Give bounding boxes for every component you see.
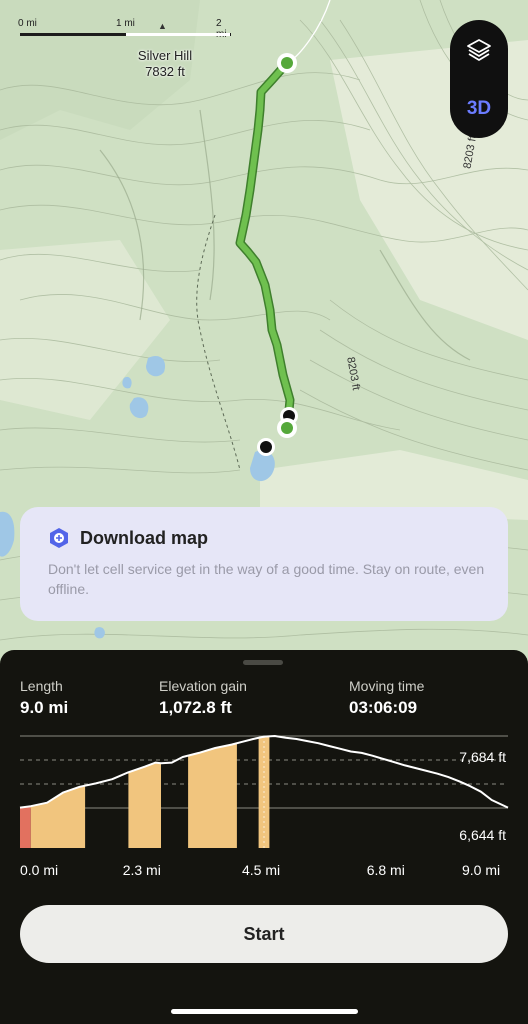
y-axis-label-min: 6,644 ft bbox=[459, 827, 506, 843]
scale-label-end: 2 mi bbox=[216, 18, 227, 40]
stat-length: Length 9.0 mi bbox=[20, 678, 68, 718]
peak-name: Silver Hill bbox=[137, 48, 193, 63]
x-axis-tick-label: 6.8 mi bbox=[366, 862, 405, 878]
stat-value: 03:06:09 bbox=[349, 698, 418, 717]
download-shield-icon bbox=[48, 527, 70, 549]
x-axis-tick-label: 0.0 mi bbox=[20, 862, 59, 878]
layers-icon bbox=[466, 37, 492, 63]
map-scale: 0 mi 1 mi ▲ 2 mi bbox=[18, 18, 234, 44]
stat-value: 9.0 mi bbox=[20, 698, 69, 717]
layers-button[interactable] bbox=[450, 20, 508, 79]
stat-moving-time: Moving time 03:06:09 bbox=[349, 678, 424, 718]
elevation-profile-chart[interactable]: 7,684 ft 6,644 ft bbox=[0, 728, 528, 868]
grade-segment bbox=[20, 806, 31, 848]
route-details-sheet: Length 9.0 mi Elevation gain 1,072.8 ft … bbox=[0, 650, 528, 1024]
banner-description: Don't let cell service get in the way of… bbox=[48, 561, 485, 597]
stat-label: Elevation gain bbox=[159, 678, 247, 694]
stat-value: 1,072.8 ft bbox=[159, 698, 232, 717]
peak-triangle-icon: ▲ bbox=[158, 21, 167, 31]
view-3d-button[interactable]: 3D bbox=[450, 79, 508, 138]
stat-elevation-gain: Elevation gain 1,072.8 ft bbox=[159, 678, 247, 718]
scale-bar bbox=[20, 33, 231, 36]
download-map-banner[interactable]: Download map Don't let cell service get … bbox=[20, 507, 508, 621]
scale-label-mid: 1 mi bbox=[116, 18, 135, 29]
stat-label: Length bbox=[20, 678, 63, 694]
x-axis-tick-label: 9.0 mi bbox=[462, 862, 501, 878]
grade-segment bbox=[128, 762, 161, 848]
peak-elevation: 7832 ft bbox=[145, 64, 185, 79]
banner-title: Download map bbox=[80, 527, 209, 548]
home-indicator[interactable] bbox=[171, 1009, 358, 1014]
grade-segment bbox=[188, 743, 237, 848]
x-axis-tick-label: 4.5 mi bbox=[242, 862, 281, 878]
scale-label-start: 0 mi bbox=[18, 18, 37, 29]
stat-label: Moving time bbox=[349, 678, 425, 694]
chart-segments bbox=[20, 736, 270, 848]
y-axis-label-max: 7,684 ft bbox=[459, 749, 506, 765]
map-controls: 3D bbox=[450, 20, 508, 138]
sheet-handle[interactable] bbox=[243, 660, 283, 665]
start-button[interactable]: Start bbox=[20, 905, 508, 963]
peak-label: Silver Hill 7832 ft bbox=[120, 48, 210, 80]
x-axis-tick-label: 2.3 mi bbox=[122, 862, 161, 878]
